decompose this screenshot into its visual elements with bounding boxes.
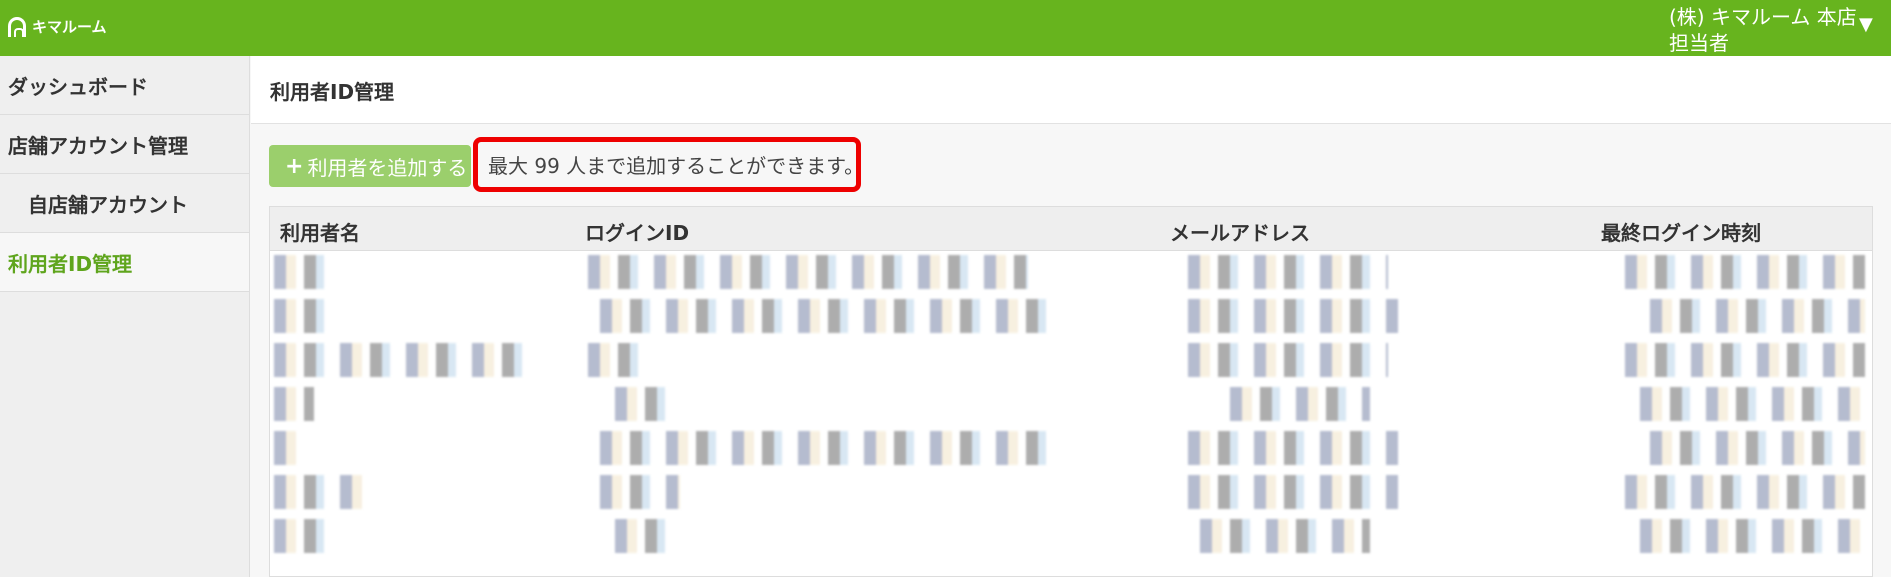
table-row[interactable] [270, 427, 1872, 471]
redacted-cell [1200, 519, 1370, 553]
sidebar-item-user-id-management[interactable]: 利用者ID管理 [0, 233, 249, 292]
redacted-cell [1650, 299, 1865, 333]
sidebar: ダッシュボード 店舗アカウント管理 自店舗アカウント 利用者ID管理 [0, 56, 250, 577]
column-header-login-id[interactable]: ログインID [585, 217, 689, 246]
chevron-down-icon[interactable]: ▼ [1859, 14, 1873, 35]
redacted-cell [1188, 255, 1388, 289]
table-row[interactable] [270, 295, 1872, 339]
redacted-cell [1230, 387, 1370, 421]
redacted-cell [588, 255, 1028, 289]
user-role: 担当者 [1669, 31, 1729, 55]
column-header-user-name[interactable]: 利用者名 [280, 217, 360, 246]
redacted-cell [600, 475, 680, 509]
redacted-cell [1640, 387, 1865, 421]
table-row[interactable] [270, 251, 1872, 295]
redacted-cell [1625, 343, 1865, 377]
redacted-cell [274, 475, 364, 509]
redacted-cell [1640, 519, 1865, 553]
add-user-button-label: 利用者を追加する [307, 155, 468, 180]
redacted-cell [615, 519, 675, 553]
redacted-cell [600, 431, 1050, 465]
limit-notice: 最大 99 人まで追加することができます。 [473, 137, 865, 192]
table-row[interactable] [270, 339, 1872, 383]
user-shop-name: (株) キマルーム 本店 [1669, 5, 1857, 29]
plus-icon: + [285, 153, 304, 179]
table-row[interactable] [270, 383, 1872, 427]
redacted-cell [588, 343, 638, 377]
redacted-cell [600, 299, 1050, 333]
add-user-button[interactable]: + 利用者を追加する [269, 145, 471, 187]
redacted-cell [1625, 255, 1865, 289]
redacted-cell [274, 519, 324, 553]
redacted-cell [1188, 475, 1398, 509]
redacted-cell [1625, 475, 1865, 509]
logo-icon [8, 16, 26, 37]
logo-text: キマルーム [32, 18, 107, 36]
sidebar-item-store-accounts[interactable]: 店舗アカウント管理 [0, 115, 249, 174]
redacted-cell [1650, 431, 1865, 465]
redacted-cell [1188, 343, 1388, 377]
page-header: 利用者ID管理 [251, 56, 1891, 124]
sidebar-item-own-store-account[interactable]: 自店舗アカウント [0, 174, 249, 233]
redacted-cell [1188, 299, 1398, 333]
redacted-cell [274, 343, 534, 377]
top-bar: キマルーム (株) キマルーム 本店 担当者 ▼ [0, 0, 1891, 56]
redacted-cell [274, 299, 334, 333]
column-header-email[interactable]: メールアドレス [1170, 217, 1310, 246]
redacted-cell [274, 431, 304, 465]
sidebar-item-dashboard[interactable]: ダッシュボード [0, 56, 249, 115]
limit-notice-text: 最大 99 人まで追加することができます。 [488, 154, 865, 178]
table-row[interactable] [270, 471, 1872, 515]
logo[interactable]: キマルーム [8, 16, 107, 37]
user-table: 利用者名 ログインID メールアドレス 最終ログイン時刻 [269, 206, 1873, 577]
table-row[interactable] [270, 515, 1872, 559]
column-header-last-login[interactable]: 最終ログイン時刻 [1601, 217, 1761, 246]
redacted-cell [1188, 431, 1398, 465]
redacted-cell [274, 255, 334, 289]
page-title: 利用者ID管理 [270, 80, 395, 104]
table-header: 利用者名 ログインID メールアドレス 最終ログイン時刻 [270, 207, 1872, 251]
redacted-cell [274, 387, 314, 421]
redacted-cell [615, 387, 675, 421]
user-menu[interactable]: (株) キマルーム 本店 担当者 ▼ [1669, 0, 1891, 56]
